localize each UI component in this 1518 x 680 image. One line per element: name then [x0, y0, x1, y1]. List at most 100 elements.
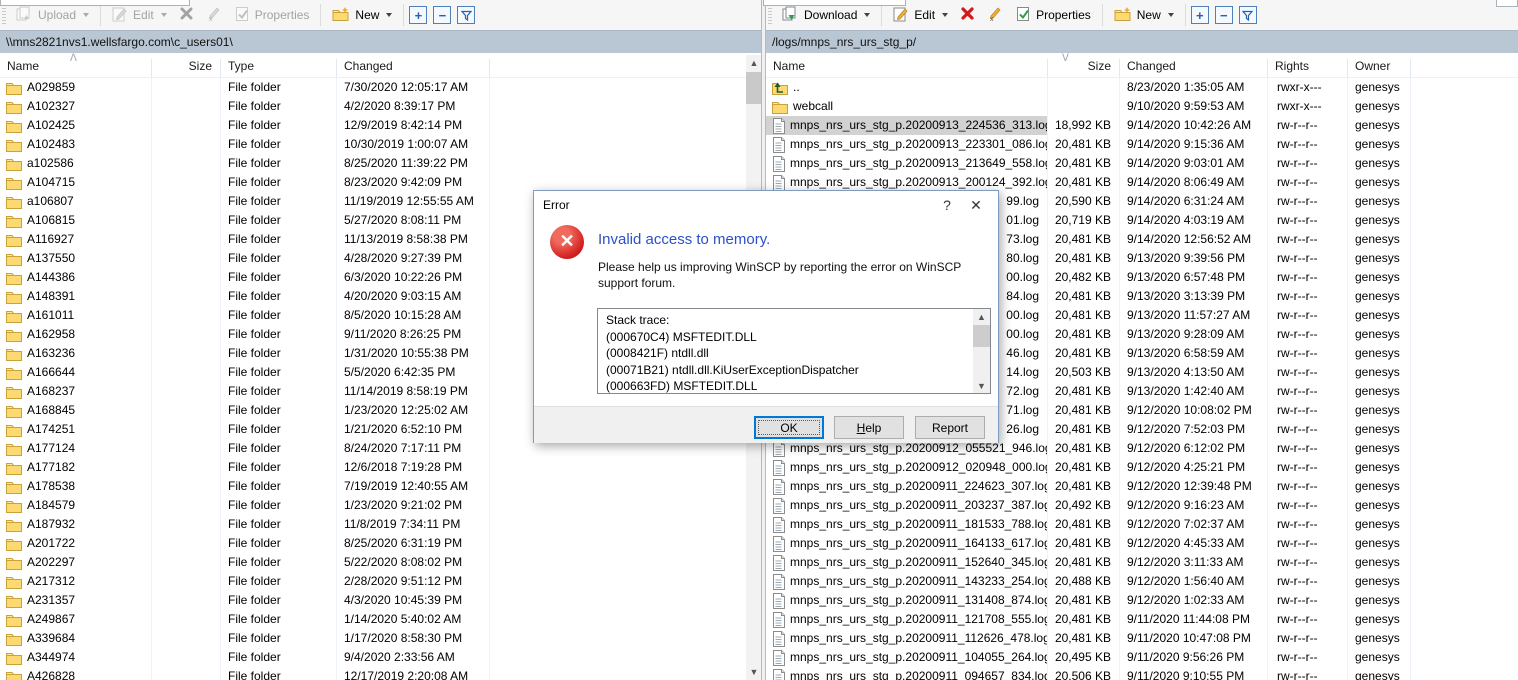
table-row[interactable]: mnps_nrs_urs_stg_p.20200911_131408_874.l… — [766, 591, 1518, 610]
table-row[interactable]: A187932File folder11/8/2019 7:34:11 PM — [0, 515, 747, 534]
table-row[interactable]: mnps_nrs_urs_stg_p.20200913_224536_313.l… — [766, 116, 1518, 135]
column-header-rights[interactable]: Rights — [1268, 59, 1348, 77]
column-header-owner[interactable]: Owner — [1348, 59, 1411, 77]
scrollbar-thumb[interactable] — [746, 72, 762, 104]
table-row[interactable]: a102586File folder8/25/2020 11:39:22 PM — [0, 154, 747, 173]
file-size-cell — [152, 572, 221, 591]
remote-path-bar[interactable]: /logs/mnps_nrs_urs_stg_p/ — [766, 30, 1518, 53]
table-row[interactable]: A249867File folder1/14/2020 5:40:02 AM — [0, 610, 747, 629]
scrollbar-thumb[interactable] — [973, 325, 990, 347]
column-header-type[interactable]: Type — [221, 59, 337, 77]
file-size-cell — [152, 268, 221, 287]
file-name: A217312 — [27, 572, 75, 591]
scroll-down-icon[interactable]: ▼ — [746, 664, 762, 680]
local-path-bar[interactable]: \\mns2821nvs1.wellsfargo.com\c_users01\ — [0, 30, 761, 53]
error-body-text: Please help us improving WinSCP by repor… — [598, 259, 978, 291]
table-row[interactable]: mnps_nrs_urs_stg_p.20200911_203237_387.l… — [766, 496, 1518, 515]
table-row[interactable]: ..8/23/2020 1:35:05 AMrwxr-x---genesys — [766, 78, 1518, 97]
table-row[interactable]: webcall9/10/2020 9:59:53 AMrwxr-x---gene… — [766, 97, 1518, 116]
column-header-changed[interactable]: Changed — [1120, 59, 1268, 77]
file-name: 73.log — [1006, 230, 1039, 249]
file-changed-cell: 9/13/2020 1:42:40 AM — [1120, 382, 1268, 401]
table-row[interactable]: mnps_nrs_urs_stg_p.20200911_112626_478.l… — [766, 629, 1518, 648]
table-row[interactable]: mnps_nrs_urs_stg_p.20200911_094657_834.l… — [766, 667, 1518, 680]
table-row[interactable]: A184579File folder1/23/2020 9:21:02 PM — [0, 496, 747, 515]
expand-button[interactable]: + — [409, 6, 427, 24]
filter-button[interactable] — [457, 6, 475, 24]
column-header-changed[interactable]: Changed — [337, 59, 490, 77]
file-size-cell: 20,481 KB — [1048, 173, 1120, 192]
table-row[interactable]: mnps_nrs_urs_stg_p.20200911_224623_307.l… — [766, 477, 1518, 496]
folder-icon — [6, 290, 22, 304]
file-name: 14.log — [1006, 363, 1039, 382]
scroll-down-icon[interactable]: ▼ — [973, 378, 990, 393]
column-header-size[interactable]: Size — [152, 59, 221, 77]
collapse-button[interactable]: − — [1215, 6, 1233, 24]
toolbar-grip[interactable] — [768, 5, 772, 25]
file-changed-cell: 9/13/2020 3:13:39 PM — [1120, 287, 1268, 306]
expand-button[interactable]: + — [1191, 6, 1209, 24]
table-row[interactable]: A339684File folder1/17/2020 8:58:30 PM — [0, 629, 747, 648]
table-row[interactable]: mnps_nrs_urs_stg_p.20200911_104055_264.l… — [766, 648, 1518, 667]
file-name: webcall — [793, 97, 833, 116]
table-row[interactable]: A102327File folder4/2/2020 8:39:17 PM — [0, 97, 747, 116]
new-button[interactable]: New — [326, 3, 398, 28]
filter-button[interactable] — [1239, 6, 1257, 24]
table-row[interactable]: A231357File folder4/3/2020 10:45:39 PM — [0, 591, 747, 610]
rename-button[interactable]: x — [981, 3, 1010, 28]
table-row[interactable]: mnps_nrs_urs_stg_p.20200913_223301_086.l… — [766, 135, 1518, 154]
table-row[interactable]: A202297File folder5/22/2020 8:08:02 PM — [0, 553, 747, 572]
properties-icon — [235, 6, 250, 25]
table-row[interactable]: A178538File folder7/19/2019 12:40:55 AM — [0, 477, 747, 496]
table-row[interactable]: A177182File folder12/6/2018 7:19:28 PM — [0, 458, 747, 477]
table-row[interactable]: A102425File folder12/9/2019 8:42:14 PM — [0, 116, 747, 135]
table-row[interactable]: mnps_nrs_urs_stg_p.20200912_020948_000.l… — [766, 458, 1518, 477]
close-icon[interactable]: ✕ — [967, 197, 985, 214]
toolbar-grip[interactable] — [2, 5, 6, 25]
delete-button[interactable] — [173, 3, 200, 27]
table-row[interactable]: mnps_nrs_urs_stg_p.20200911_164133_617.l… — [766, 534, 1518, 553]
table-row[interactable]: mnps_nrs_urs_stg_p.20200911_152640_345.l… — [766, 553, 1518, 572]
file-size-cell — [152, 439, 221, 458]
file-owner-cell: genesys — [1348, 553, 1411, 572]
column-header-name[interactable]: Name — [766, 59, 1048, 77]
edit-button[interactable]: Edit — [887, 3, 954, 28]
delete-button[interactable] — [954, 3, 981, 27]
ok-button[interactable]: OK — [754, 416, 824, 439]
table-row[interactable]: A344974File folder9/4/2020 2:33:56 AM — [0, 648, 747, 667]
properties-button[interactable]: Properties — [1010, 3, 1097, 28]
upload-button[interactable]: Upload — [10, 3, 95, 28]
dialog-title-bar[interactable]: Error — [534, 191, 998, 219]
download-button[interactable]: Download — [776, 3, 876, 28]
column-header-size[interactable]: Size — [1048, 59, 1120, 77]
edit-button[interactable]: Edit — [106, 3, 173, 28]
table-row[interactable]: mnps_nrs_urs_stg_p.20200911_121708_555.l… — [766, 610, 1518, 629]
file-size-cell: 18,992 KB — [1048, 116, 1120, 135]
file-owner-cell: genesys — [1348, 667, 1411, 680]
dialog-help-icon[interactable]: ? — [938, 197, 956, 213]
file-name: mnps_nrs_urs_stg_p.20200911_152640_345.l… — [790, 553, 1048, 572]
file-name: A202297 — [27, 553, 75, 572]
collapse-button[interactable]: − — [433, 6, 451, 24]
file-name: A184579 — [27, 496, 75, 515]
report-button[interactable]: Report — [915, 416, 985, 439]
table-row[interactable]: mnps_nrs_urs_stg_p.20200911_143233_254.l… — [766, 572, 1518, 591]
rename-button[interactable]: x — [200, 3, 229, 28]
table-row[interactable]: A201722File folder8/25/2020 6:31:19 PM — [0, 534, 747, 553]
stack-trace-box[interactable]: Stack trace:(000670C4) MSFTEDIT.DLL(0008… — [597, 308, 991, 394]
help-button[interactable]: Help — [834, 416, 904, 439]
table-row[interactable]: mnps_nrs_urs_stg_p.20200913_213649_558.l… — [766, 154, 1518, 173]
table-row[interactable]: A426828File folder12/17/2019 2:20:08 AM — [0, 667, 747, 680]
table-row[interactable]: A102483File folder10/30/2019 1:00:07 AM — [0, 135, 747, 154]
properties-button[interactable]: Properties — [229, 3, 316, 28]
parent-folder-icon — [772, 81, 788, 95]
file-type-cell: File folder — [221, 401, 337, 420]
table-row[interactable]: A029859File folder7/30/2020 12:05:17 AM — [0, 78, 747, 97]
file-rights-cell: rw-r--r-- — [1268, 401, 1348, 420]
stack-trace-scrollbar[interactable]: ▲ ▼ — [973, 309, 990, 393]
scroll-up-icon[interactable]: ▲ — [746, 55, 762, 71]
table-row[interactable]: mnps_nrs_urs_stg_p.20200911_181533_788.l… — [766, 515, 1518, 534]
new-button[interactable]: New — [1108, 3, 1180, 28]
table-row[interactable]: A217312File folder2/28/2020 9:51:12 PM — [0, 572, 747, 591]
scroll-up-icon[interactable]: ▲ — [973, 309, 990, 324]
